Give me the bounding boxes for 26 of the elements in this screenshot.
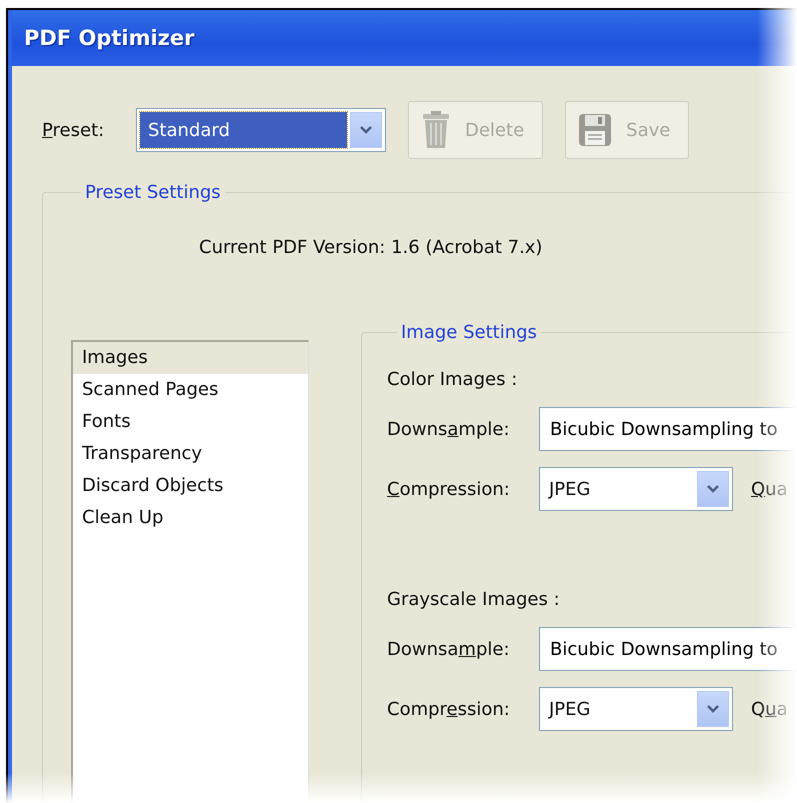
category-item[interactable]: Scanned Pages	[73, 374, 308, 406]
downsample-dropdown[interactable]: Bicubic Downsampling to	[539, 407, 797, 451]
category-list[interactable]: Images Scanned Pages Fonts Transparency Discard Objects Clean Up	[71, 340, 309, 803]
compression-label: Compression:	[387, 478, 511, 500]
pdf-version-text: Current PDF Version: 1.6 (Acrobat 7.x)	[198, 236, 544, 258]
preset-dropdown[interactable]: Standard	[136, 108, 386, 152]
compression-dropdown[interactable]: JPEG	[539, 687, 733, 731]
category-item[interactable]: Clean Up	[73, 502, 308, 534]
preset-label: Preset:	[42, 120, 106, 140]
category-item[interactable]: Images	[73, 342, 308, 374]
downsample-label: Downsample:	[387, 638, 511, 660]
quality-label: Qua	[751, 698, 788, 720]
category-item[interactable]: Fonts	[73, 406, 308, 438]
downsample-label: Downsample:	[387, 418, 511, 440]
compression-dropdown[interactable]: JPEG	[539, 467, 733, 511]
group-title: Image Settings	[400, 322, 538, 343]
compression-label: Compression:	[387, 698, 511, 720]
trash-can-icon	[421, 110, 451, 150]
section-heading: Color Images :	[387, 368, 518, 392]
quality-label: Qua	[751, 478, 788, 500]
downsample-dropdown[interactable]: Bicubic Downsampling to	[539, 627, 797, 671]
window-title: PDF Optimizer	[24, 26, 195, 50]
section-heading: Grayscale Images :	[387, 588, 561, 612]
group-title: Preset Settings	[84, 182, 222, 203]
category-item[interactable]: Discard Objects	[73, 470, 308, 502]
category-item[interactable]: Transparency	[73, 438, 308, 470]
